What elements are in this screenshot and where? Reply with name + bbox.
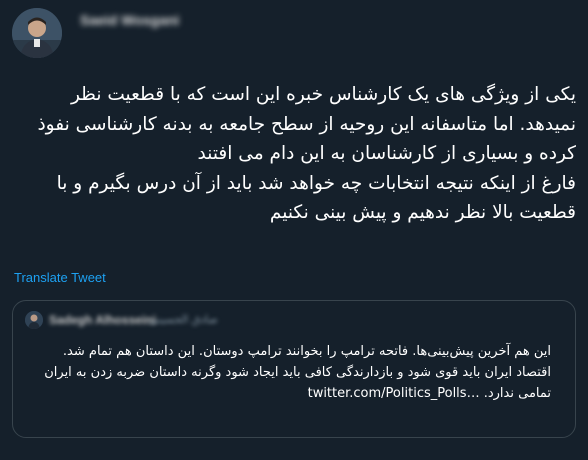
quoted-author-name: Sadegh Alhosseini [49, 313, 156, 327]
avatar-photo [12, 8, 62, 58]
quoted-author-handle: صادق الحسینی [149, 313, 218, 326]
quoted-author-avatar [25, 311, 43, 329]
translate-tweet-link[interactable]: Translate Tweet [14, 270, 106, 285]
quoted-paragraph: اقتصاد ایران باید قوی شود و بازدارندگی ک… [23, 362, 551, 404]
author-avatar[interactable] [12, 8, 62, 58]
quoted-avatar-photo [25, 311, 43, 329]
author-name[interactable]: Saeid Wosgani [80, 12, 179, 28]
tweet-paragraph: فارغ از اینکه نتیجه انتخابات چه خواهد شد… [56, 172, 576, 224]
tweet-text: یکی از ویژگی های یک کارشناس خبره این است… [14, 80, 576, 228]
tweet-paragraph: یکی از ویژگی های یک کارشناس خبره این است… [37, 84, 576, 164]
quoted-link[interactable]: twitter.com/Politics_Polls… [308, 386, 480, 401]
quoted-tweet-text: این هم آخرین پیش‌بینی‌ها. فاتحه ترامپ را… [23, 341, 551, 404]
quoted-tweet-card[interactable]: Sadegh Alhosseini صادق الحسینی این هم آخ… [12, 300, 576, 438]
quoted-paragraph: این هم آخرین پیش‌بینی‌ها. فاتحه ترامپ را… [62, 344, 551, 359]
